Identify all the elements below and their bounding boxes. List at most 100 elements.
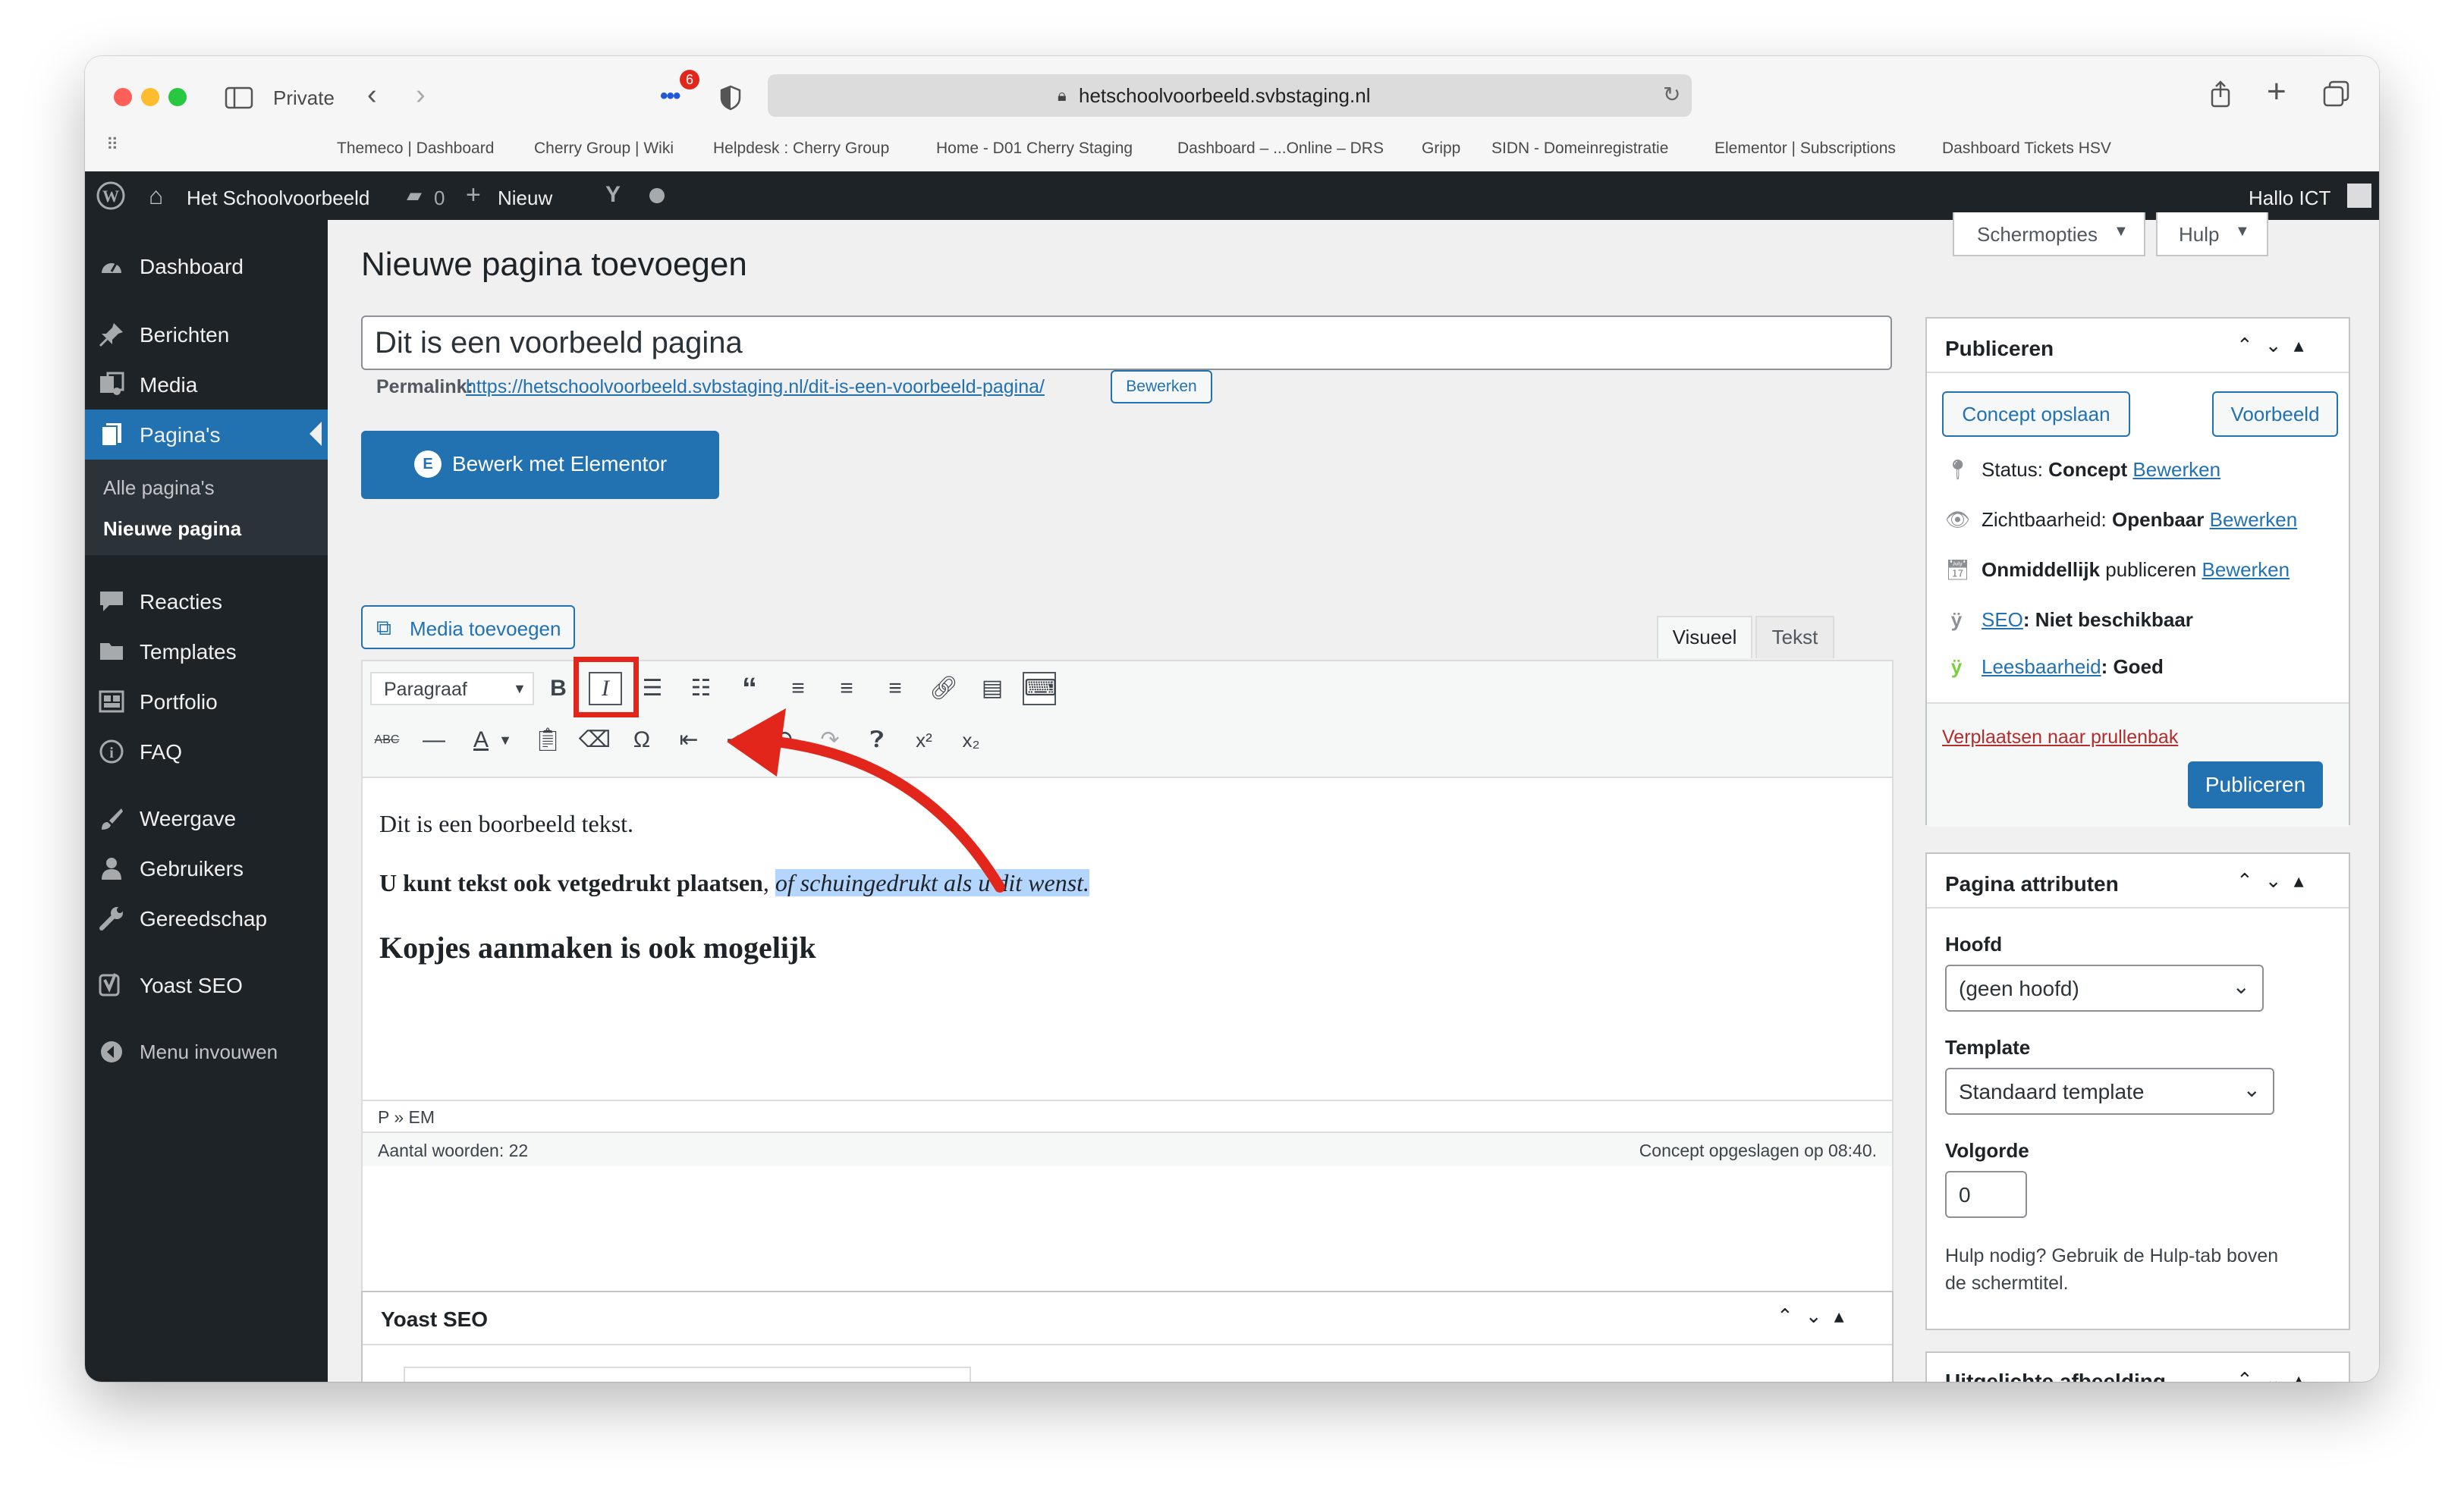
preview-button[interactable]: Voorbeeld xyxy=(2212,391,2338,437)
minimize-window-button[interactable] xyxy=(141,88,159,106)
yoast-tabs[interactable] xyxy=(404,1367,971,1382)
order-value: 0 xyxy=(1959,1183,1971,1207)
post-title-input[interactable]: Dit is een voorbeeld pagina xyxy=(361,315,1892,370)
save-draft-button[interactable]: Concept opslaan xyxy=(1942,391,2130,437)
sidebar-item-weergave[interactable]: Weergave xyxy=(85,793,328,843)
box-order-controls[interactable]: ⌃⌄▴ xyxy=(2236,869,2316,893)
privacy-report-icon[interactable]: ••• xyxy=(660,83,680,109)
special-character-icon[interactable]: Ω xyxy=(625,723,658,757)
text-color-icon[interactable]: A xyxy=(464,723,498,757)
visibility-edit-link[interactable]: Bewerken xyxy=(2210,508,2298,531)
bookmark-item[interactable]: Elementor | Subscriptions xyxy=(1714,140,1896,158)
caret-down-icon[interactable]: ▼ xyxy=(496,723,514,757)
screen-options-button[interactable]: Schermopties ▼ xyxy=(1953,212,2145,256)
editor-paragraph-1[interactable]: Dit is een boorbeeld tekst. xyxy=(379,810,633,838)
comments-count[interactable]: 0 xyxy=(434,187,445,210)
address-bar[interactable]: 🔒︎ hetschoolvoorbeeld.svbstaging.nl ↻ xyxy=(768,74,1692,117)
add-media-button[interactable]: ⧉ Media toevoegen xyxy=(361,605,575,649)
back-icon[interactable]: ‹ xyxy=(367,79,377,111)
readability-row: ÿ Leesbaarheid: Goed xyxy=(1945,655,2164,679)
bookmark-item[interactable]: Cherry Group | Wiki xyxy=(534,140,674,158)
toolbar-toggle-icon[interactable]: ⌨ xyxy=(1023,672,1057,705)
help-button[interactable]: Hulp ▼ xyxy=(2156,212,2268,256)
new-content-link[interactable]: Nieuw xyxy=(498,187,552,210)
tracker-badge: 6 xyxy=(680,70,699,89)
pages-icon xyxy=(99,422,124,447)
wordpress-logo-icon[interactable]: W xyxy=(96,180,126,211)
order-input[interactable]: 0 xyxy=(1945,1171,2027,1218)
shield-icon[interactable] xyxy=(719,85,742,111)
template-select[interactable]: Standaard template ⌄ xyxy=(1945,1068,2274,1115)
tab-overview-icon[interactable] xyxy=(2323,80,2350,108)
yoast-bar-icon[interactable]: Y xyxy=(605,182,621,208)
paste-text-icon[interactable]: 📋︎ xyxy=(531,723,564,757)
plus-icon[interactable]: + xyxy=(466,180,481,210)
private-label: Private xyxy=(273,86,335,109)
submenu-new-page[interactable]: Nieuwe pagina xyxy=(103,517,241,541)
comments-icon[interactable]: ▰ xyxy=(407,184,422,207)
editor-heading[interactable]: Kopjes aanmaken is ook mogelijk xyxy=(379,930,816,965)
collapse-menu-button[interactable]: Menu invouwen xyxy=(85,1027,328,1077)
sidebar-item-label: Berichten xyxy=(140,323,230,347)
grid-icon[interactable]: ⠿ xyxy=(106,135,119,155)
content-editor: Paragraaf ▼ B I ☰ ☷ “ ≡ ≡ ≡ 🔗︎ ▤ ⌨ ABC —… xyxy=(361,657,1894,1320)
elementor-button[interactable]: E Bewerk met Elementor xyxy=(361,431,719,499)
home-icon[interactable]: ⌂ xyxy=(149,182,163,210)
publish-button[interactable]: Publiceren xyxy=(2188,761,2323,808)
tab-visual[interactable]: Visueel xyxy=(1657,616,1752,658)
bookmark-item[interactable]: Home - D01 Cherry Staging xyxy=(936,140,1133,158)
sidebar-item-faq[interactable]: i FAQ xyxy=(85,727,328,777)
permalink-link[interactable]: https://hetschoolvoorbeeld.svbstaging.nl… xyxy=(466,376,1045,398)
bold-icon[interactable]: B xyxy=(542,672,575,705)
readability-link[interactable]: Leesbaarheid xyxy=(1982,655,2101,678)
bookmark-item[interactable]: Dashboard Tickets HSV xyxy=(1942,140,2111,158)
trash-link[interactable]: Verplaatsen naar prullenbak xyxy=(1942,727,2178,749)
sidebar-item-yoast[interactable]: Yoast SEO xyxy=(85,960,328,1010)
parent-select[interactable]: (geen hoofd) ⌄ xyxy=(1945,965,2264,1012)
sidebar-item-label: Dashboard xyxy=(140,255,244,278)
bookmark-item[interactable]: Gripp xyxy=(1422,140,1460,158)
bookmark-item[interactable]: Themeco | Dashboard xyxy=(337,140,494,158)
format-select[interactable]: Paragraaf ▼ xyxy=(370,672,534,705)
clear-formatting-icon[interactable]: ⌫ xyxy=(578,723,611,757)
publish-box-title: Publiceren xyxy=(1945,337,2054,360)
sidebar-item-reacties[interactable]: Reacties xyxy=(85,576,328,626)
sidebar-item-templates[interactable]: Templates xyxy=(85,626,328,676)
site-name-link[interactable]: Het Schoolvoorbeeld xyxy=(187,187,369,210)
box-order-controls[interactable]: ⌃⌄▴ xyxy=(1777,1304,1856,1328)
sidebar-item-label: Weergave xyxy=(140,807,237,830)
bookmark-item[interactable]: SIDN - Domeinregistratie xyxy=(1491,140,1668,158)
avatar[interactable] xyxy=(2347,184,2371,208)
forward-icon[interactable]: › xyxy=(416,79,426,111)
share-icon[interactable] xyxy=(2209,79,2232,109)
tab-text[interactable]: Tekst xyxy=(1755,616,1834,658)
dashboard-icon xyxy=(99,253,124,279)
sidebar-toggle-icon[interactable] xyxy=(225,86,255,109)
bookmark-item[interactable]: Dashboard – ...Online – DRS xyxy=(1177,140,1384,158)
sidebar-item-paginas[interactable]: Pagina's xyxy=(85,410,328,460)
sidebar-item-gereedschap[interactable]: Gereedschap xyxy=(85,893,328,943)
sidebar-item-label: Pagina's xyxy=(140,423,221,447)
sidebar-item-berichten[interactable]: Berichten xyxy=(85,309,328,359)
sidebar-item-gebruikers[interactable]: Gebruikers xyxy=(85,843,328,893)
horizontal-line-icon[interactable]: — xyxy=(417,723,451,757)
seo-link[interactable]: SEO xyxy=(1982,608,2023,631)
strikethrough-icon[interactable]: ABC xyxy=(370,723,404,757)
submenu-all-pages[interactable]: Alle pagina's xyxy=(103,476,215,500)
reload-icon[interactable]: ↻ xyxy=(1663,82,1680,107)
sidebar-item-media[interactable]: Media xyxy=(85,359,328,410)
schedule-edit-link[interactable]: Bewerken xyxy=(2202,558,2290,581)
maximize-window-button[interactable] xyxy=(168,88,187,106)
new-tab-icon[interactable]: + xyxy=(2267,73,2286,111)
permalink-edit-button[interactable]: Bewerken xyxy=(1111,370,1212,403)
bookmark-item[interactable]: Helpdesk : Cherry Group xyxy=(713,140,889,158)
format-select-value: Paragraaf xyxy=(384,679,467,700)
sidebar-item-dashboard[interactable]: Dashboard xyxy=(85,241,328,291)
close-window-button[interactable] xyxy=(114,88,132,106)
greeting[interactable]: Hallo ICT xyxy=(2249,187,2330,210)
attributes-box-title: Pagina attributen xyxy=(1945,872,2119,896)
sidebar-item-portfolio[interactable]: Portfolio xyxy=(85,676,328,727)
box-order-controls[interactable]: ⌃⌄▴ xyxy=(2236,1368,2316,1382)
box-order-controls[interactable]: ⌃⌄▴ xyxy=(2236,334,2316,357)
status-edit-link[interactable]: Bewerken xyxy=(2132,458,2220,481)
